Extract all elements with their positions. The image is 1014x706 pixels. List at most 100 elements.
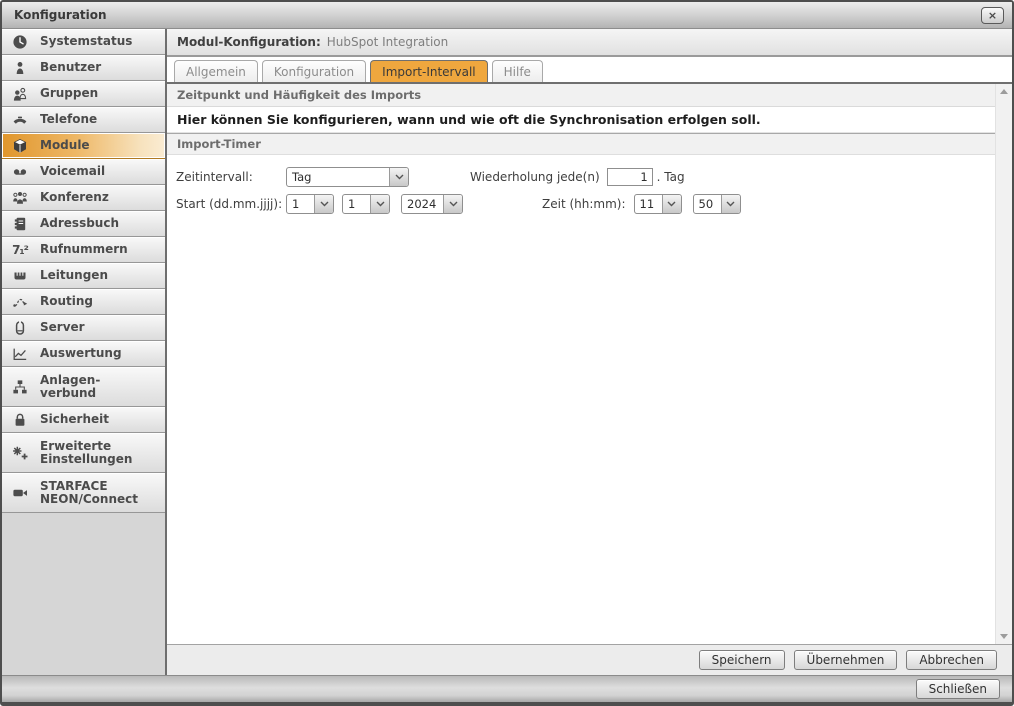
sidebar-filler — [2, 513, 165, 675]
sidebar-item-label: Konferenz — [40, 191, 109, 204]
sidebar-item-label: Benutzer — [40, 61, 101, 74]
apply-button[interactable]: Übernehmen — [794, 650, 898, 670]
sidebar-item-konferenz[interactable]: Konferenz — [2, 185, 165, 211]
address-book-icon — [10, 216, 30, 232]
sidebar-item-systemstatus[interactable]: Systemstatus — [2, 29, 165, 55]
sidebar-item-label: Routing — [40, 295, 93, 308]
sidebar-item-adressbuch[interactable]: Adressbuch — [2, 211, 165, 237]
sidebar-item-erweiterte-einstellungen[interactable]: Erweiterte Einstellungen — [2, 433, 165, 473]
tab-import-intervall[interactable]: Import-Intervall — [370, 60, 487, 82]
start-month-select[interactable]: 1 — [342, 194, 390, 214]
chevron-down-icon — [443, 195, 462, 213]
sidebar-item-label: Rufnummern — [40, 243, 128, 256]
sidebar-item-label: Voicemail — [40, 165, 105, 178]
content-area: Zeitpunkt und Häufigkeit des Imports Hie… — [167, 84, 995, 644]
sidebar-item-server[interactable]: Server — [2, 315, 165, 341]
sidebar-item-module[interactable]: Module — [2, 133, 165, 159]
configuration-window: Konfiguration × Systemstatus Benutzer Gr… — [0, 0, 1014, 706]
start-year-select[interactable]: 2024 — [401, 194, 463, 214]
numbers-icon: 7₁² — [10, 243, 30, 257]
repeat-label: Wiederholung jede(n) — [470, 170, 600, 184]
title-bar: Konfiguration × — [2, 2, 1012, 29]
module-header-value: HubSpot Integration — [327, 35, 448, 49]
tab-hilfe[interactable]: Hilfe — [492, 60, 543, 82]
sidebar-item-sicherheit[interactable]: Sicherheit — [2, 407, 165, 433]
info-text: Hier können Sie konfigurieren, wann und … — [167, 107, 995, 133]
sidebar-item-benutzer[interactable]: Benutzer — [2, 55, 165, 81]
sidebar-item-label: Systemstatus — [40, 35, 132, 48]
clock-icon — [10, 34, 30, 50]
sidebar-item-label: Erweiterte Einstellungen — [40, 440, 132, 466]
window-title: Konfiguration — [14, 8, 107, 22]
close-window-button[interactable]: Schließen — [916, 679, 1000, 699]
time-label: Zeit (hh:mm): — [542, 197, 626, 211]
sidebar-item-label: Adressbuch — [40, 217, 119, 230]
lock-icon — [10, 412, 30, 428]
start-day-select[interactable]: 1 — [286, 194, 334, 214]
action-bar: Speichern Übernehmen Abbrechen — [167, 644, 1012, 675]
import-timer-group-header: Import-Timer — [167, 133, 995, 155]
time-hour-select[interactable]: 11 — [634, 194, 682, 214]
lines-icon — [10, 268, 30, 284]
start-label: Start (dd.mm.jjjj): — [176, 197, 286, 211]
group-icon — [10, 86, 30, 102]
sidebar-item-label: STARFACE NEON/Connect — [40, 480, 138, 506]
sidebar-item-routing[interactable]: Routing — [2, 289, 165, 315]
scroll-up-icon[interactable] — [1000, 89, 1008, 94]
chevron-down-icon — [389, 168, 408, 186]
sidebar: Systemstatus Benutzer Gruppen Telefone M… — [2, 29, 167, 675]
sidebar-item-label: Server — [40, 321, 85, 334]
repeat-input[interactable] — [607, 168, 653, 186]
conference-icon — [10, 190, 30, 206]
sidebar-item-label: Telefone — [40, 113, 97, 126]
time-minute-select[interactable]: 50 — [693, 194, 741, 214]
scroll-down-icon[interactable] — [1000, 634, 1008, 639]
chevron-down-icon — [721, 195, 740, 213]
main-panel: Modul-Konfiguration: HubSpot Integration… — [167, 29, 1012, 675]
close-button[interactable]: × — [981, 7, 1004, 24]
server-icon — [10, 320, 30, 336]
routing-icon — [10, 294, 30, 310]
tab-bar: Allgemein Konfiguration Import-Intervall… — [167, 57, 1012, 84]
advanced-settings-icon — [10, 445, 30, 461]
sidebar-item-label: Anlagen- verbund — [40, 374, 100, 400]
user-icon — [10, 60, 30, 76]
tab-konfiguration[interactable]: Konfiguration — [262, 60, 366, 82]
sidebar-item-label: Sicherheit — [40, 413, 109, 426]
voicemail-icon — [10, 164, 30, 180]
interval-row: Zeitintervall: Tag Wiederholung jede(n) … — [176, 167, 985, 187]
repeat-suffix: . Tag — [657, 170, 685, 184]
sidebar-item-label: Gruppen — [40, 87, 98, 100]
chart-icon — [10, 346, 30, 362]
chevron-down-icon — [662, 195, 681, 213]
sidebar-item-starface-neon-connect[interactable]: STARFACE NEON/Connect — [2, 473, 165, 513]
start-row: Start (dd.mm.jjjj): 1 1 2024 — [176, 194, 985, 214]
interval-label: Zeitintervall: — [176, 170, 286, 184]
import-timer-form: Zeitintervall: Tag Wiederholung jede(n) … — [167, 155, 995, 644]
sidebar-item-label: Leitungen — [40, 269, 108, 282]
chevron-down-icon — [314, 195, 333, 213]
sidebar-item-label: Module — [40, 139, 90, 152]
chevron-down-icon — [370, 195, 389, 213]
network-icon — [10, 379, 30, 395]
tab-allgemein[interactable]: Allgemein — [174, 60, 258, 82]
vertical-scrollbar[interactable] — [995, 84, 1012, 644]
sidebar-item-auswertung[interactable]: Auswertung — [2, 341, 165, 367]
sidebar-item-telefone[interactable]: Telefone — [2, 107, 165, 133]
close-icon: × — [988, 10, 997, 21]
module-header: Modul-Konfiguration: HubSpot Integration — [167, 29, 1012, 57]
module-header-label: Modul-Konfiguration: — [177, 35, 321, 49]
sidebar-item-voicemail[interactable]: Voicemail — [2, 159, 165, 185]
section-header: Zeitpunkt und Häufigkeit des Imports — [167, 84, 995, 107]
cancel-button[interactable]: Abbrechen — [906, 650, 997, 670]
sidebar-item-gruppen[interactable]: Gruppen — [2, 81, 165, 107]
interval-select[interactable]: Tag — [286, 167, 409, 187]
save-button[interactable]: Speichern — [699, 650, 785, 670]
sidebar-item-rufnummern[interactable]: 7₁² Rufnummern — [2, 237, 165, 263]
video-camera-icon — [10, 485, 30, 501]
sidebar-item-leitungen[interactable]: Leitungen — [2, 263, 165, 289]
bottom-bar: Schließen — [2, 675, 1012, 702]
cube-icon — [10, 138, 30, 154]
sidebar-item-anlagenverbund[interactable]: Anlagen- verbund — [2, 367, 165, 407]
sidebar-item-label: Auswertung — [40, 347, 122, 360]
